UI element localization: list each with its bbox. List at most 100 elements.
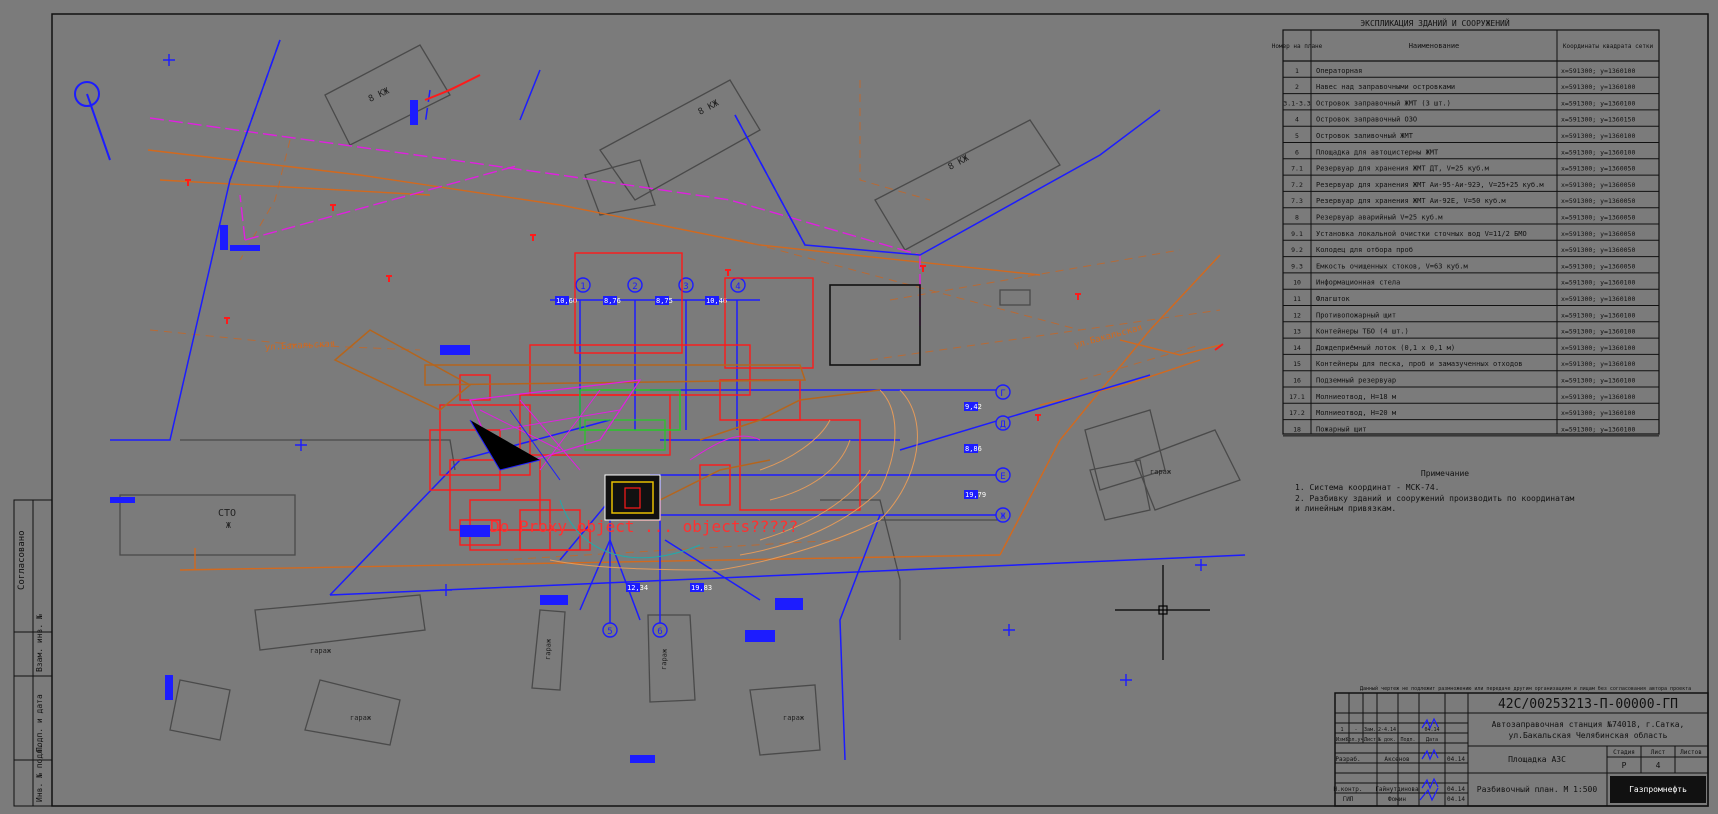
street-label: ул.Бакальская bbox=[1073, 323, 1144, 351]
explication-coords: x=591300; y=1360100 bbox=[1561, 393, 1635, 401]
explication-coords: x=591300; y=1360050 bbox=[1561, 181, 1635, 189]
orange-utilities bbox=[147, 149, 1221, 571]
stamp-cell: 04.14 bbox=[1447, 756, 1465, 763]
stamp-cell: № док. bbox=[1378, 737, 1396, 743]
explication-number: 16 bbox=[1293, 377, 1301, 385]
dim-label: 10,60 bbox=[556, 297, 577, 305]
explication-number: 10 bbox=[1293, 279, 1301, 287]
explication-name: Резервуар для хранения ЖМТ Аи-92Е, V=50 … bbox=[1316, 197, 1506, 205]
side-label-signature: Подп. и дата bbox=[35, 694, 44, 752]
explication-number: 9.2 bbox=[1291, 246, 1303, 254]
axis-label: 5 bbox=[607, 627, 612, 637]
explication-number: 3.1-3.3 bbox=[1283, 99, 1310, 107]
building-label: СТО bbox=[218, 508, 236, 519]
explication-name: Резервуар для хранения ЖМТ ДТ, V=25 куб.… bbox=[1316, 165, 1490, 173]
explication-name: Подземный резервуар bbox=[1316, 377, 1396, 385]
explication-coords: x=591300; y=1360100 bbox=[1561, 83, 1635, 91]
stamp-cell: 04.14 bbox=[1447, 796, 1465, 803]
top-note: Данный чертеж не подлежит размножению ил… bbox=[1360, 685, 1691, 692]
building-sto bbox=[119, 494, 296, 556]
side-stamp: Согласовано Взам. инв. № Подп. и дата Ин… bbox=[13, 499, 53, 807]
explication-number: 4 bbox=[1295, 116, 1299, 124]
explication-coords: x=591300; y=1360100 bbox=[1561, 148, 1635, 156]
sheet-label: Лист bbox=[1651, 749, 1666, 756]
drawing-title: Разбивочный план. М 1:500 bbox=[1477, 784, 1598, 794]
building-garages-bottom bbox=[254, 594, 426, 651]
explication-number: 7.2 bbox=[1291, 181, 1303, 189]
garage-label: гараж bbox=[350, 714, 372, 722]
explication-coords: x=591300; y=1360100 bbox=[1561, 132, 1635, 140]
explication-coords: x=591300; y=1360100 bbox=[1561, 311, 1635, 319]
side-label-replace: Взам. инв. № bbox=[35, 614, 44, 672]
explication-rows: 1 Операторная x=591300; y=1360100 2 Навес на… bbox=[1283, 67, 1659, 437]
explication-number: 7.3 bbox=[1291, 197, 1303, 205]
explication-coords: x=591300; y=1360050 bbox=[1561, 214, 1635, 222]
explication-name: Контейнеры для песка, проб и замазученны… bbox=[1316, 360, 1523, 368]
proxy-warning: Do Proxy object ... objects????? bbox=[490, 517, 798, 536]
explication-number: 8 bbox=[1295, 214, 1299, 222]
explication-name: Островок заливочный ЖМТ bbox=[1316, 132, 1414, 140]
explication-name: Молниеотвод, Н=20 м bbox=[1316, 409, 1397, 417]
explication-name: Установка локальной очистки сточных вод … bbox=[1316, 230, 1527, 238]
notes-line: 1. Система координат - МСК-74. bbox=[1295, 483, 1440, 492]
explication-name: Резервуар для хранения ЖМТ Аи-95-Аи-92Э,… bbox=[1316, 181, 1544, 189]
stamp-texts: 1- Зам. 2-4.14 04.14Изм.Кол.уч.Лист № док. По… bbox=[1334, 727, 1466, 803]
explication-header-name: Наименование bbox=[1409, 42, 1460, 50]
site-plan-drawing: Согласовано Взам. инв. № Подп. и дата Ин… bbox=[13, 13, 1709, 807]
garage-label: гараж bbox=[783, 714, 805, 722]
dim-label: 12,34 bbox=[627, 584, 648, 592]
axis-label: 2 bbox=[632, 282, 637, 292]
explication-coords: x=591300; y=1360100 bbox=[1561, 409, 1635, 417]
dim-label: 19,79 bbox=[965, 491, 986, 499]
explication-coords: x=591300; y=1360100 bbox=[1561, 377, 1635, 385]
explication-number: 14 bbox=[1293, 344, 1301, 352]
side-label-agreed: Согласовано bbox=[17, 530, 27, 590]
stage-value: Р bbox=[1622, 761, 1627, 770]
explication-number: 18 bbox=[1293, 425, 1301, 433]
explication-name: Емкость очищенных стоков, V=63 куб.м bbox=[1316, 262, 1469, 270]
explication-coords: x=591300; y=1360050 bbox=[1561, 230, 1635, 238]
explication-name: Резервуар аварийный V=25 куб.м bbox=[1316, 214, 1443, 222]
explication-number: 2 bbox=[1295, 83, 1299, 91]
stamp-cell: 04.14 bbox=[1424, 727, 1439, 733]
explication-coords: x=591300; y=1360100 bbox=[1561, 99, 1635, 107]
dim-label: 8,86 bbox=[965, 445, 982, 453]
explication-name: Навес над заправочными островками bbox=[1316, 83, 1455, 91]
explication-coords: x=591300; y=1360150 bbox=[1561, 116, 1635, 124]
explication-title: ЭКСПЛИКАЦИЯ ЗДАНИЙ И СООРУЖЕНИЙ bbox=[1360, 17, 1509, 28]
notes-title: Примечание bbox=[1421, 469, 1469, 478]
explication-name: Площадка для автоцистерны ЖМТ bbox=[1316, 148, 1439, 156]
stamp-cell: Н.контр. bbox=[1334, 786, 1363, 793]
explication-coords: x=591300; y=1360100 bbox=[1561, 67, 1635, 75]
stamp-cell: 1 bbox=[1340, 727, 1343, 733]
garage-label: гараж bbox=[544, 638, 553, 660]
explication-name: Операторная bbox=[1316, 67, 1362, 75]
axis-label: 6 bbox=[657, 627, 662, 637]
grid-crosses bbox=[163, 54, 1207, 686]
project-line-1: Автозаправочная станция №74018, г.Сатка, bbox=[1492, 720, 1685, 729]
stamp-cell: Фомин bbox=[1388, 796, 1406, 803]
axis-label: Е bbox=[1000, 472, 1005, 482]
company-logo-text: Газпромнефть bbox=[1629, 785, 1687, 794]
title-block: Данный чертеж не подлежит размножению ил… bbox=[1334, 685, 1709, 807]
notes: Примечание 1. Система координат - МСК-74… bbox=[1295, 469, 1575, 513]
explication-name: Информационная стела bbox=[1316, 279, 1400, 287]
sheet-value: 4 bbox=[1656, 761, 1661, 770]
explication-table: ЭКСПЛИКАЦИЯ ЗДАНИЙ И СООРУЖЕНИЙ Номер на… bbox=[1272, 17, 1660, 437]
explication-name: Островок заправочный ЖМТ (3 шт.) bbox=[1316, 99, 1451, 107]
explication-name: Островок заправочный ОЗО bbox=[1316, 116, 1417, 124]
explication-header-number: Номер на плане bbox=[1272, 43, 1323, 50]
project-line-2: ул.Бакальская Челябинская область bbox=[1509, 730, 1668, 740]
stamp-cell: Аксенов bbox=[1384, 756, 1409, 763]
magenta-utilities bbox=[149, 117, 921, 330]
building-label: 8 КЖ bbox=[367, 86, 391, 104]
axis-label: 1 bbox=[580, 282, 585, 292]
sheet-title: Площадка АЗС bbox=[1508, 755, 1566, 764]
building-2 bbox=[599, 79, 761, 201]
explication-number: 6 bbox=[1295, 148, 1299, 156]
axis-label: 4 bbox=[735, 282, 740, 292]
explication-name: Колодец для отбора проб bbox=[1316, 246, 1413, 254]
axis-label: Г bbox=[1000, 389, 1005, 399]
dim-label: 9,42 bbox=[965, 403, 982, 411]
explication-coords: x=591300; y=1360050 bbox=[1561, 165, 1635, 173]
